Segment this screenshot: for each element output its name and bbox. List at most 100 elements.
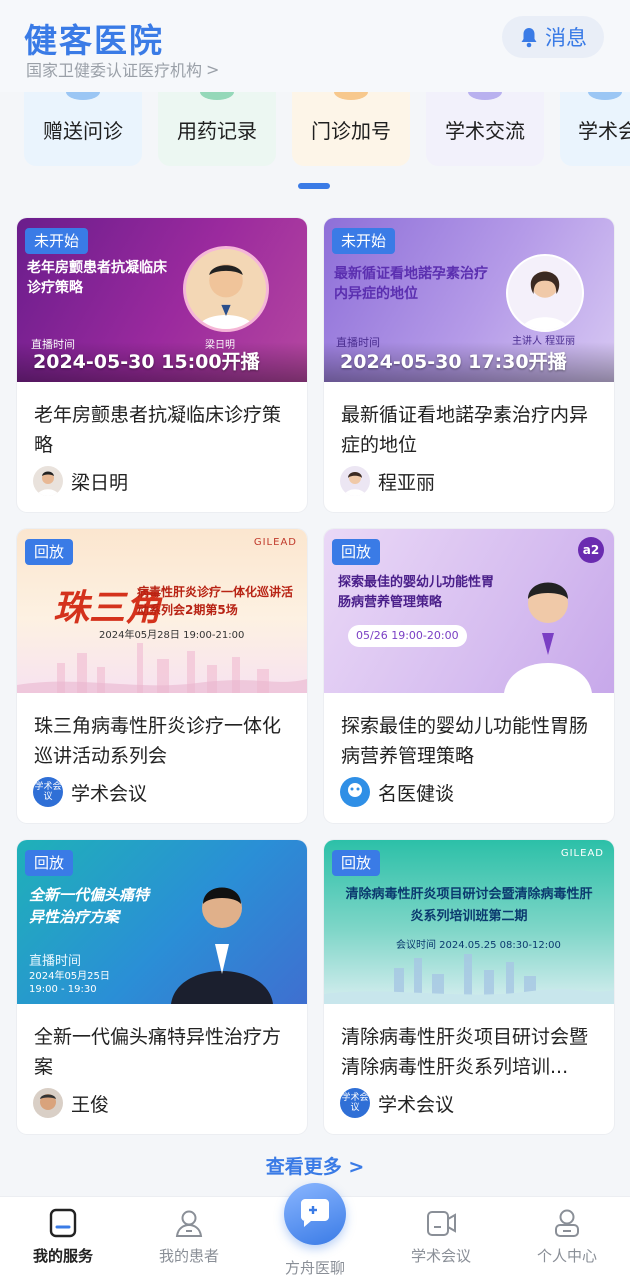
tab-label: 我的服务 [32,1247,93,1265]
tab-label: 学术会议 [410,1247,471,1265]
avatar [33,1088,63,1118]
speaker-portrait [183,246,269,332]
carousel-indicator [298,183,330,189]
course-title: 探索最佳的婴幼儿功能性胃肠病营养管理策略 [341,715,589,767]
avatar: 学术会议 [340,1088,370,1118]
author: 程亚丽 [340,466,435,496]
quick-nav-label: 赠送问诊 [43,118,123,143]
see-more-link[interactable]: 查看更多 > [0,1152,630,1179]
tab-label: 个人中心 [536,1247,597,1265]
status-badge: 未开始 [25,228,89,254]
course-card[interactable]: 未开始 老年房颤患者抗凝临床诊疗策略 梁日明 直播时间 2024-05-30 1… [17,218,307,512]
status-badge: 回放 [25,539,74,565]
certification-link[interactable]: 国家卫健委认证医疗机构 > [26,57,219,81]
author-name: 名医健谈 [378,782,455,805]
home-service-icon [49,1208,77,1238]
course-banner: 未开始 最新循证看地諾孕素治疗内异症的地位 主讲人 程亚丽 直播时间 2024-… [324,218,614,382]
course-banner: 回放 GILEAD 清除病毒性肝炎项目研讨会暨清除病毒性肝炎系列培训班第二期 会… [324,840,614,1004]
author-name: 梁日明 [71,471,129,494]
course-title: 全新一代偏头痛特异性治疗方案 [34,1026,282,1078]
certification-text: 国家卫健委认证医疗机构 [26,61,203,80]
tab-profile[interactable]: 个人中心 [504,1197,630,1280]
author: 名医健谈 [340,777,454,807]
quick-nav-label: 学术交流 [445,118,525,143]
tab-academic-meeting[interactable]: 学术会议 [378,1197,504,1280]
status-badge: 未开始 [332,228,396,254]
ark-chat-fab[interactable] [284,1183,346,1245]
banner-live-label: 直播时间 [29,954,82,969]
author: 梁日明 [33,466,128,496]
quick-nav-label: 门诊加号 [311,118,391,143]
banner-title: 最新循证看地諾孕素治疗内异症的地位 [334,266,488,302]
status-badge: 回放 [332,850,381,876]
chevron-right-icon: > [206,59,220,79]
course-banner: 回放 全新一代偏头痛特异性治疗方案 直播时间 2024年05月25日 19:00… [17,840,307,1004]
tab-label: 我的患者 [158,1247,219,1265]
author-name: 学术会议 [71,782,148,805]
meeting-icon [588,92,622,100]
quick-nav-clinic-extra[interactable]: 门诊加号 [292,92,410,166]
course-banner: 回放 GILEAD 珠三角 病毒性肝炎诊疗一体化巡讲活动系列会2期第5场 202… [17,529,307,693]
messages-label: 消息 [545,26,587,50]
course-banner: 回放 a2 探索最佳的婴幼儿功能性胃肠病营养管理策略 05/26 19:00-2… [324,529,614,693]
quick-nav-gift-consult[interactable]: 赠送问诊 [24,92,142,166]
app-header: 健客医院 国家卫健委认证医疗机构 > 消息 [0,0,630,92]
tab-my-service[interactable]: 我的服务 [0,1197,126,1280]
author-name: 程亚丽 [378,471,436,494]
brand-title: 健客医院 [24,21,164,60]
author: 学术会议 学术会议 [340,1088,454,1118]
course-banner: 未开始 老年房颤患者抗凝临床诊疗策略 梁日明 直播时间 2024-05-30 1… [17,218,307,382]
video-icon [427,1211,456,1236]
tab-label: 方舟医聊 [284,1259,345,1277]
banner-date: 会议时间 2024.05.25 08:30-12:00 [396,940,561,951]
course-title: 老年房颤患者抗凝临床诊疗策略 [34,404,282,456]
broadcast-time: 2024-05-30 17:30开播 [340,351,567,373]
profile-icon [555,1209,579,1237]
course-card[interactable]: 回放 a2 探索最佳的婴幼儿功能性胃肠病营养管理策略 05/26 19:00-2… [324,529,614,823]
gift-icon [66,92,100,100]
course-title: 珠三角病毒性肝炎诊疗一体化巡讲活动系列会 [34,715,282,767]
course-card[interactable]: 回放 GILEAD 清除病毒性肝炎项目研讨会暨清除病毒性肝炎系列培训班第二期 会… [324,840,614,1134]
banner-subtitle: 病毒性肝炎诊疗一体化巡讲活动系列会2期第5场 [137,585,294,617]
academic-icon [468,92,502,100]
avatar [33,466,63,496]
status-badge: 回放 [332,539,381,565]
banner-title: 清除病毒性肝炎项目研讨会暨清除病毒性肝炎系列培训班第二期 [345,887,593,924]
quick-nav: 赠送问诊 用药记录 门诊加号 学术交流 学术会 [0,92,630,170]
quick-nav-label: 用药记录 [177,118,257,143]
speaker-portrait [506,254,584,332]
clinic-icon [334,92,368,100]
author: 王俊 [33,1088,109,1118]
course-card[interactable]: 回放 GILEAD 珠三角 病毒性肝炎诊疗一体化巡讲活动系列会2期第5场 202… [17,529,307,823]
gilead-logo: GILEAD [253,537,297,548]
banner-title: 探索最佳的婴幼儿功能性胃肠病营养管理策略 [338,575,495,610]
patient-icon [175,1210,203,1237]
author: 学术会议 学术会议 [33,777,147,807]
gilead-logo: GILEAD [560,848,604,859]
course-card[interactable]: 回放 全新一代偏头痛特异性治疗方案 直播时间 2024年05月25日 19:00… [17,840,307,1134]
banner-date: 2024年05月25日 19:00 - 19:30 [29,971,110,995]
status-badge: 回放 [25,850,74,876]
quick-nav-label: 学术会 [578,118,630,143]
tab-my-patients[interactable]: 我的患者 [126,1197,252,1280]
chat-icon [301,1199,329,1227]
author-name: 王俊 [71,1093,110,1116]
course-title: 清除病毒性肝炎项目研讨会暨清除病毒性肝炎系列培训... [341,1026,589,1078]
author-name: 学术会议 [378,1093,455,1116]
avatar [340,466,370,496]
messages-button[interactable]: 消息 [502,16,604,58]
banner-date: 2024年05月28日 19:00-21:00 [99,630,245,641]
quick-nav-medication-records[interactable]: 用药记录 [158,92,276,166]
avatar [340,777,370,807]
quick-nav-academic-meeting[interactable]: 学术会 [560,92,630,166]
broadcast-time: 2024-05-30 15:00开播 [33,351,260,373]
course-card[interactable]: 未开始 最新循证看地諾孕素治疗内异症的地位 主讲人 程亚丽 直播时间 2024-… [324,218,614,512]
quick-nav-academic-exchange[interactable]: 学术交流 [426,92,544,166]
banner-date: 05/26 19:00-20:00 [348,625,467,647]
banner-title: 老年房颤患者抗凝临床诊疗策略 [27,260,167,296]
banner-title: 全新一代偏头痛特异性治疗方案 [29,886,150,926]
medication-icon [200,92,234,100]
course-title: 最新循证看地諾孕素治疗内异症的地位 [341,404,589,456]
avatar: 学术会议 [33,777,63,807]
bell-icon [521,28,537,48]
